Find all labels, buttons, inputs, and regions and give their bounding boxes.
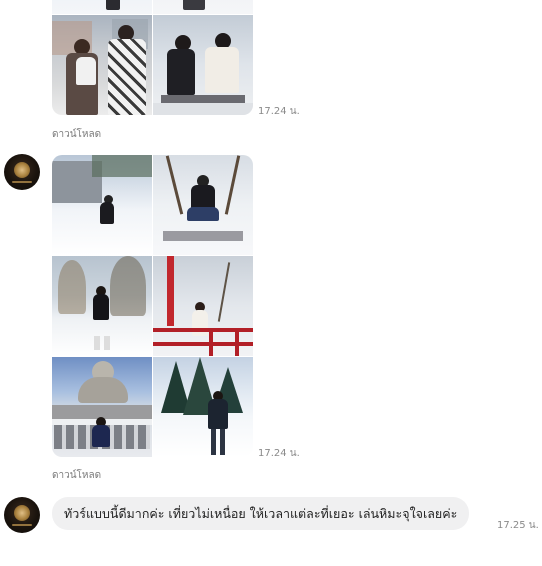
image-grid bbox=[52, 0, 253, 115]
logo-icon bbox=[14, 162, 30, 178]
man-pine-forest-photo[interactable] bbox=[153, 357, 253, 457]
timestamp: 17.24 น. bbox=[258, 448, 300, 459]
couple-in-city-photo[interactable] bbox=[52, 15, 152, 115]
man-on-bench-photo[interactable] bbox=[153, 155, 253, 255]
women-on-bench-photo[interactable] bbox=[153, 15, 253, 115]
message-bubble: ทัวร์แบบนี้ดีมากค่ะ เที่ยวไม่เหนื่อย ให้… bbox=[52, 497, 470, 530]
logo-icon bbox=[14, 505, 30, 521]
snow-trees-photo[interactable] bbox=[52, 256, 152, 356]
download-link[interactable]: ดาวน์โหลด bbox=[52, 127, 101, 142]
avatar[interactable] bbox=[4, 497, 40, 533]
avatar[interactable] bbox=[4, 154, 40, 190]
image-grid bbox=[52, 155, 253, 457]
message-text: ทัวร์แบบนี้ดีมากค่ะ เที่ยวไม่เหนื่อย ให้… bbox=[64, 505, 458, 521]
timestamp: 17.24 น. bbox=[258, 106, 300, 117]
download-link[interactable]: ดาวน์โหลด bbox=[52, 468, 101, 483]
buddha-statue-photo[interactable] bbox=[52, 357, 152, 457]
red-railing-photo[interactable] bbox=[153, 256, 253, 356]
snow-portrait-photo[interactable] bbox=[52, 0, 152, 14]
timestamp: 17.25 น. bbox=[497, 520, 539, 531]
snowfield-building-photo[interactable] bbox=[52, 155, 152, 255]
snow-portrait-photo[interactable] bbox=[153, 0, 253, 14]
